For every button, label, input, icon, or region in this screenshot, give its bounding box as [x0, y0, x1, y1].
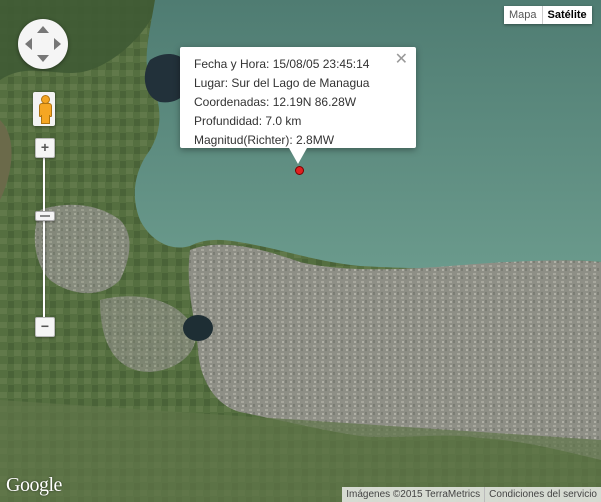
info-datetime: Fecha y Hora: 15/08/05 23:45:14	[194, 57, 370, 71]
attribution-bar: Imágenes ©2015 TerraMetrics Condiciones …	[342, 487, 601, 502]
close-icon[interactable]: ✕	[395, 51, 408, 69]
pan-down-icon[interactable]	[37, 55, 49, 62]
imagery-attribution: Imágenes ©2015 TerraMetrics	[342, 487, 485, 502]
pan-up-icon[interactable]	[37, 26, 49, 33]
info-depth: Profundidad: 7.0 km	[194, 114, 302, 128]
map-canvas[interactable]: + − Mapa Satélite Fecha y Hora: 15/08/05…	[0, 0, 601, 502]
pan-control[interactable]	[18, 19, 68, 69]
pegman-icon[interactable]	[33, 92, 55, 126]
info-window: Fecha y Hora: 15/08/05 23:45:14 Lugar: S…	[180, 47, 416, 148]
map-type-satelite[interactable]: Satélite	[541, 6, 592, 24]
map-type-mapa[interactable]: Mapa	[504, 6, 542, 24]
pan-right-icon[interactable]	[54, 38, 61, 50]
zoom-out-button[interactable]: −	[35, 317, 55, 337]
zoom-slider-track[interactable]	[43, 154, 45, 320]
info-coordinates: Coordenadas: 12.19N 86.28W	[194, 95, 357, 109]
map-type-control: Mapa Satélite	[504, 6, 592, 24]
info-window-tail	[289, 148, 307, 164]
zoom-in-button[interactable]: +	[35, 138, 55, 158]
terms-link[interactable]: Condiciones del servicio	[484, 487, 601, 502]
google-logo[interactable]: Google	[6, 474, 62, 497]
info-place: Lugar: Sur del Lago de Managua	[194, 76, 370, 90]
pan-left-icon[interactable]	[25, 38, 32, 50]
marker-icon[interactable]	[295, 166, 304, 175]
zoom-slider-thumb[interactable]	[35, 211, 55, 221]
